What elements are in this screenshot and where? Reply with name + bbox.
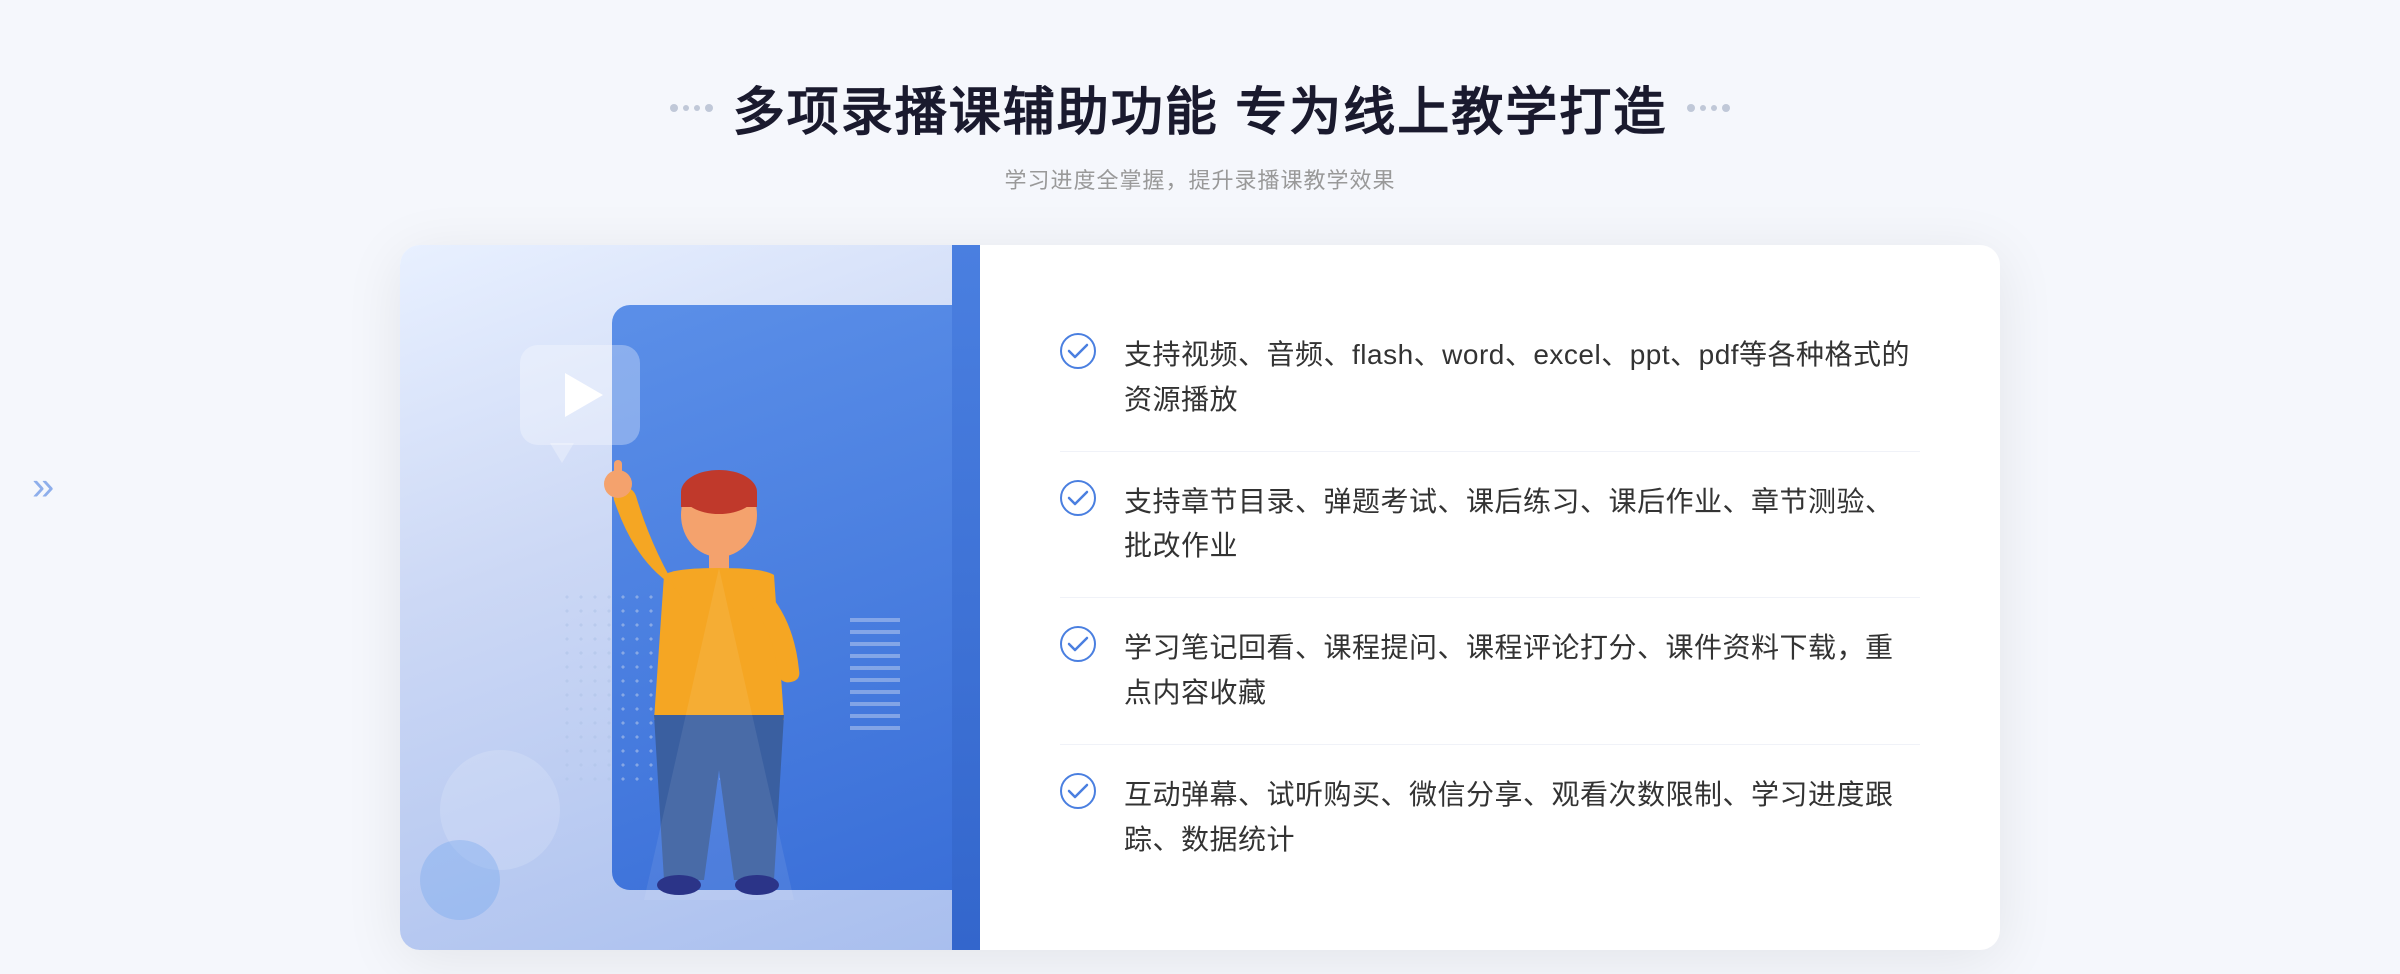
blue-accent-bar <box>952 245 980 950</box>
left-panel <box>400 245 980 950</box>
feature-text-1: 支持视频、音频、flash、word、excel、ppt、pdf等各种格式的资源… <box>1124 333 1920 423</box>
check-icon-2 <box>1060 480 1096 516</box>
feature-item-1: 支持视频、音频、flash、word、excel、ppt、pdf等各种格式的资源… <box>1060 305 1920 452</box>
content-area: 支持视频、音频、flash、word、excel、ppt、pdf等各种格式的资源… <box>400 245 2000 950</box>
title-dots-left <box>670 104 713 112</box>
subtitle: 学习进度全掌握，提升录播课教学效果 <box>670 163 1730 195</box>
feature-item-3: 学习笔记回看、课程提问、课程评论打分、课件资料下载，重点内容收藏 <box>1060 598 1920 745</box>
deco-lines <box>850 610 900 730</box>
check-icon-3 <box>1060 626 1096 662</box>
feature-text-4: 互动弹幕、试听购买、微信分享、观看次数限制、学习进度跟踪、数据统计 <box>1124 773 1920 863</box>
feature-text-3: 学习笔记回看、课程提问、课程评论打分、课件资料下载，重点内容收藏 <box>1124 626 1920 716</box>
feature-item-4: 互动弹幕、试听购买、微信分享、观看次数限制、学习进度跟踪、数据统计 <box>1060 745 1920 891</box>
check-icon-4 <box>1060 773 1096 809</box>
deco-circle-small <box>420 840 500 920</box>
check-icon-1 <box>1060 333 1096 369</box>
title-dots-right <box>1687 104 1730 112</box>
chevron-left-icon: » <box>32 465 54 509</box>
prev-nav-button[interactable]: » <box>32 465 54 510</box>
right-panel: 支持视频、音频、flash、word、excel、ppt、pdf等各种格式的资源… <box>980 245 2000 950</box>
title-row: 多项录播课辅助功能 专为线上教学打造 <box>670 70 1730 145</box>
page-container: 多项录播课辅助功能 专为线上教学打造 学习进度全掌握，提升录播课教学效果 <box>0 0 2400 974</box>
feature-item-2: 支持章节目录、弹题考试、课后练习、课后作业、章节测验、批改作业 <box>1060 452 1920 599</box>
play-icon <box>565 373 603 417</box>
human-figure <box>564 420 844 920</box>
header-section: 多项录播课辅助功能 专为线上教学打造 学习进度全掌握，提升录播课教学效果 <box>670 0 1730 195</box>
feature-text-2: 支持章节目录、弹题考试、课后练习、课后作业、章节测验、批改作业 <box>1124 480 1920 570</box>
main-title: 多项录播课辅助功能 专为线上教学打造 <box>733 70 1667 145</box>
